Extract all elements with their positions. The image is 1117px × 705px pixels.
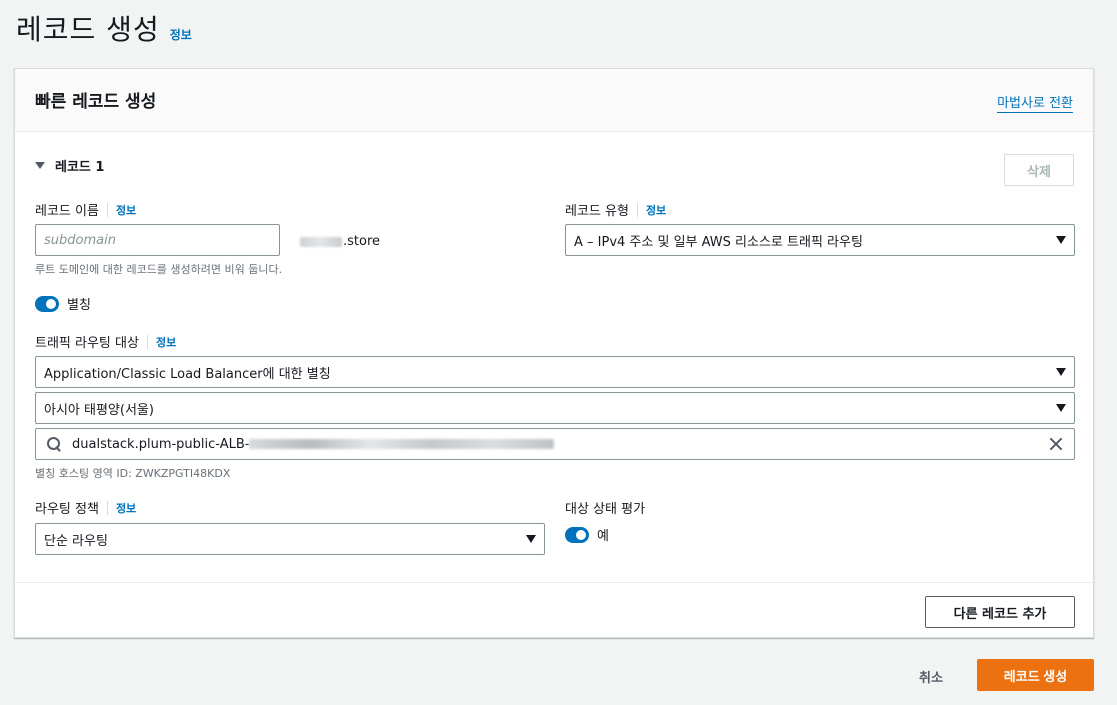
health-toggle-row: 예 <box>565 525 609 544</box>
record-name-placeholder: subdomain <box>44 232 116 248</box>
domain-suffix-text: .store <box>343 234 381 249</box>
routing-policy-value: 단순 라우팅 <box>44 533 108 549</box>
routing-policy-label-text: 라우팅 정책 <box>35 502 99 517</box>
domain-suffix: .store <box>300 234 380 249</box>
health-toggle[interactable] <box>565 526 589 543</box>
add-another-record-button[interactable]: 다른 레코드 추가 <box>925 596 1075 628</box>
routing-policy-select[interactable]: 단순 라우팅 <box>35 523 545 555</box>
routing-policy-label: 라우팅 정책 정보 <box>35 498 136 517</box>
caret-down-icon <box>35 162 45 169</box>
redacted-domain <box>300 236 342 247</box>
create-records-button[interactable]: 레코드 생성 <box>977 659 1094 691</box>
card-header: 빠른 레코드 생성 마법사로 전환 <box>15 69 1093 132</box>
hosted-zone-id: 별칭 호스팅 영역 ID: ZWKZPGTI48KDX <box>35 467 231 480</box>
record-name-hint: 루트 도메인에 대한 레코드를 생성하려면 비워 둡니다. <box>35 263 283 276</box>
routing-policy-info-link[interactable]: 정보 <box>116 500 136 516</box>
delete-record-button[interactable]: 삭제 <box>1004 154 1074 186</box>
health-label-text: 대상 상태 평가 <box>565 502 646 517</box>
record-type-label: 레코드 유형 정보 <box>565 200 666 219</box>
load-balancer-search-input[interactable]: dualstack.plum-public-ALB- <box>35 428 1075 460</box>
load-balancer-search-value: dualstack.plum-public-ALB- <box>72 437 1048 452</box>
record-type-label-text: 레코드 유형 <box>565 204 629 219</box>
endpoint-type-value: Application/Classic Load Balancer에 대한 별칭 <box>44 366 331 382</box>
switch-to-wizard-link[interactable]: 마법사로 전환 <box>997 92 1073 113</box>
dropdown-arrow-icon <box>526 535 536 543</box>
dropdown-arrow-icon <box>1056 368 1066 376</box>
health-toggle-label: 예 <box>597 529 609 544</box>
label-divider <box>106 500 108 515</box>
region-select[interactable]: 아시아 태평양(서울) <box>35 392 1075 424</box>
endpoint-type-select[interactable]: Application/Classic Load Balancer에 대한 별칭 <box>35 356 1075 388</box>
record-1-label: 레코드 1 <box>55 160 105 175</box>
record-name-label-text: 레코드 이름 <box>35 204 99 219</box>
redacted-dns <box>249 439 555 449</box>
label-divider <box>146 334 148 349</box>
route-target-label-text: 트래픽 라우팅 대상 <box>35 336 139 351</box>
record-1-expander[interactable]: 레코드 1 <box>35 156 104 175</box>
clear-icon[interactable] <box>1048 436 1064 452</box>
label-divider <box>106 202 108 217</box>
alias-label: 별칭 <box>67 298 91 313</box>
region-value: 아시아 태평양(서울) <box>44 402 154 418</box>
record-name-input[interactable]: subdomain <box>35 224 280 256</box>
record-name-label: 레코드 이름 정보 <box>35 200 136 219</box>
load-balancer-dns-prefix: dualstack.plum-public-ALB- <box>72 436 250 452</box>
dropdown-arrow-icon <box>1056 404 1066 412</box>
record-type-info-link[interactable]: 정보 <box>646 202 666 218</box>
route-target-label: 트래픽 라우팅 대상 정보 <box>35 332 176 351</box>
label-divider <box>636 202 638 217</box>
record-name-info-link[interactable]: 정보 <box>116 202 136 218</box>
record-type-value: A – IPv4 주소 및 일부 AWS 리소스로 트래픽 라우팅 <box>574 234 863 250</box>
cancel-button[interactable]: 취소 <box>919 667 943 686</box>
card-title: 빠른 레코드 생성 <box>35 92 157 112</box>
alias-toggle-row: 별칭 <box>35 294 91 313</box>
page-title: 레코드 생성 <box>16 13 160 46</box>
health-label: 대상 상태 평가 <box>565 498 645 517</box>
page-header: 레코드 생성 정보 <box>16 8 192 48</box>
alias-toggle[interactable] <box>35 295 59 312</box>
record-type-select[interactable]: A – IPv4 주소 및 일부 AWS 리소스로 트래픽 라우팅 <box>565 224 1075 256</box>
route-target-info-link[interactable]: 정보 <box>156 334 176 350</box>
card-footer-divider <box>15 582 1093 583</box>
quick-create-card: 빠른 레코드 생성 마법사로 전환 레코드 1 삭제 레코드 이름 정보 sub… <box>14 68 1094 638</box>
search-icon <box>46 436 62 452</box>
page-info-link[interactable]: 정보 <box>170 26 192 43</box>
dropdown-arrow-icon <box>1056 236 1066 244</box>
